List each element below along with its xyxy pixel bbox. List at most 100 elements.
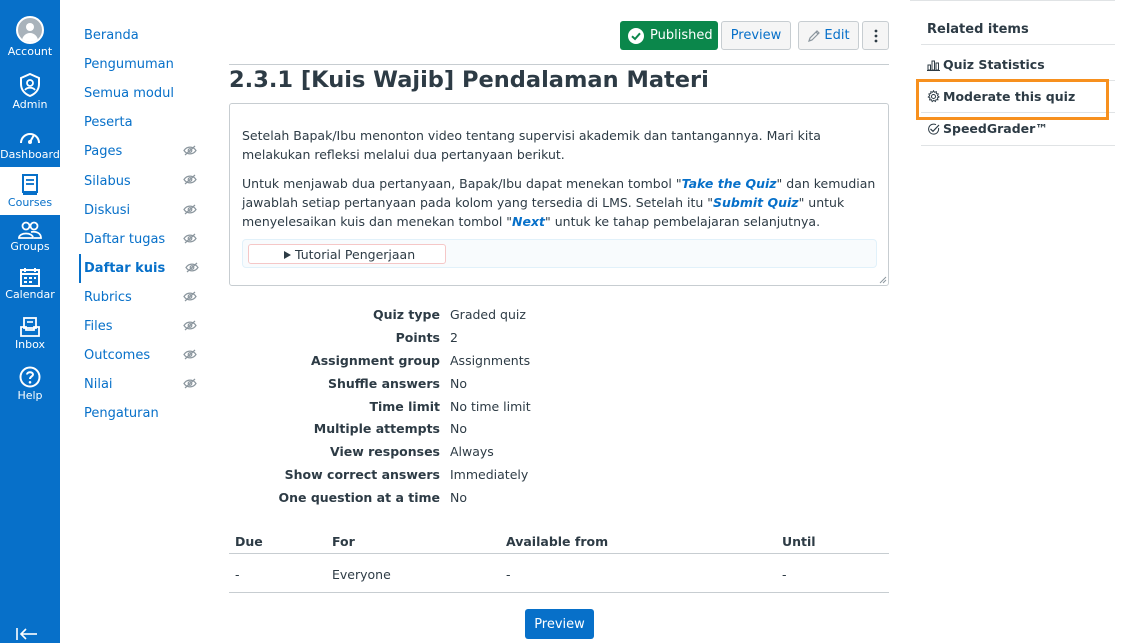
course-nav-label: Rubrics xyxy=(84,289,132,305)
preview-button[interactable]: Preview xyxy=(721,21,791,50)
course-nav-label: Beranda xyxy=(84,28,139,44)
pencil-icon xyxy=(808,29,821,42)
global-nav-calendar[interactable]: Calendar xyxy=(0,267,60,309)
course-nav-peserta[interactable]: Peserta xyxy=(79,108,204,137)
global-nav-account[interactable]: Account xyxy=(0,16,60,62)
course-nav-daftar-tugas[interactable]: Daftar tugas xyxy=(79,225,204,254)
course-nav: Beranda Pengumuman Semua modul Peserta P… xyxy=(79,21,204,428)
due-dates-table: Due For Available from Until - Everyone … xyxy=(229,529,889,593)
quiz-detail-value: Always xyxy=(450,444,494,460)
course-nav-daftar-kuis[interactable]: Daftar kuis xyxy=(79,253,204,283)
next-emphasis: Next xyxy=(512,214,546,229)
course-nav-silabus[interactable]: Silabus xyxy=(79,166,204,195)
highlight-box xyxy=(916,79,1109,120)
global-nav-inbox[interactable]: Inbox xyxy=(0,317,60,359)
eye-hidden-icon xyxy=(183,349,197,360)
course-nav-rubrics[interactable]: Rubrics xyxy=(79,283,204,312)
preview-button-bottom[interactable]: Preview xyxy=(525,609,594,639)
course-nav-beranda[interactable]: Beranda xyxy=(79,21,204,50)
eye-hidden-icon xyxy=(185,262,199,273)
edit-button[interactable]: Edit xyxy=(798,21,859,50)
course-nav-label: Pengumuman xyxy=(84,57,174,73)
eye-hidden-icon xyxy=(183,204,197,215)
table-header-for: For xyxy=(332,534,355,549)
global-nav-admin[interactable]: Admin xyxy=(0,73,60,115)
course-nav-pengumuman[interactable]: Pengumuman xyxy=(79,50,204,79)
quiz-detail-row: Points 2 xyxy=(229,326,629,349)
sidebar-top-divider xyxy=(910,0,1115,1)
course-nav-nilai[interactable]: Nilai xyxy=(79,370,204,399)
header-divider xyxy=(229,64,889,65)
table-header-row: Due For Available from Until xyxy=(229,529,889,554)
table-header-available-from: Available from xyxy=(506,534,609,549)
edit-label: Edit xyxy=(824,28,850,43)
course-nav-diskusi[interactable]: Diskusi xyxy=(79,196,204,225)
quiz-detail-value: Graded quiz xyxy=(450,306,526,322)
tutorial-details: Tutorial Pengerjaan xyxy=(242,239,877,268)
global-nav-label: Groups xyxy=(10,240,50,253)
description-paragraph: Setelah Bapak/Ibu menonton video tentang… xyxy=(242,128,821,162)
published-button[interactable]: Published xyxy=(620,21,718,50)
description-paragraph: Untuk menjawab dua pertanyaan, Bapak/Ibu… xyxy=(242,176,876,229)
speedgrader-check-icon xyxy=(928,123,940,135)
table-row: - Everyone - - xyxy=(229,554,889,593)
global-nav-label: Calendar xyxy=(5,288,55,301)
table-cell-for: Everyone xyxy=(332,567,391,582)
quiz-detail-label: Shuffle answers xyxy=(328,375,440,391)
global-nav: Account Admin Dashboard Courses Groups C… xyxy=(0,0,60,643)
related-divider xyxy=(921,44,1115,45)
course-nav-label: Pages xyxy=(84,144,123,160)
course-nav-label: Daftar tugas xyxy=(84,231,166,247)
dashboard-gauge-icon xyxy=(20,133,40,144)
table-cell-due: - xyxy=(235,567,240,582)
quiz-detail-value: 2 xyxy=(450,329,458,345)
tutorial-details-toggle[interactable]: Tutorial Pengerjaan xyxy=(248,244,446,264)
quiz-detail-value: No xyxy=(450,421,467,437)
global-nav-help[interactable]: Help xyxy=(0,366,60,408)
course-nav-pengaturan[interactable]: Pengaturan xyxy=(79,399,204,428)
global-nav-dashboard[interactable]: Dashboard xyxy=(0,127,60,167)
eye-hidden-icon xyxy=(183,175,197,185)
quiz-detail-value: Immediately xyxy=(450,467,529,483)
eye-hidden-icon xyxy=(183,378,197,389)
quiz-statistics-link[interactable]: Quiz Statistics xyxy=(927,57,1045,72)
course-nav-label: Silabus xyxy=(84,173,131,189)
user-avatar-icon xyxy=(16,16,44,44)
global-nav-label: Admin xyxy=(12,98,48,111)
quiz-detail-value: No xyxy=(450,490,467,506)
shield-icon xyxy=(20,73,40,97)
global-nav-groups[interactable]: Groups xyxy=(0,221,60,263)
check-circle-icon xyxy=(628,27,644,44)
collapse-nav-icon[interactable] xyxy=(16,626,38,643)
quiz-description: Setelah Bapak/Ibu menonton video tentang… xyxy=(229,103,889,286)
global-nav-courses[interactable]: Courses xyxy=(0,167,60,215)
resize-handle-icon[interactable] xyxy=(879,276,887,284)
quiz-detail-label: View responses xyxy=(330,444,440,460)
quiz-detail-label: Points xyxy=(395,329,440,345)
quiz-details: Quiz type Graded quiz Points 2 Assignment … xyxy=(229,303,629,509)
global-nav-label: Dashboard xyxy=(0,148,60,161)
table-cell-until: - xyxy=(782,567,787,582)
course-nav-outcomes[interactable]: Outcomes xyxy=(79,341,204,370)
quiz-detail-value: Assignments xyxy=(450,352,531,368)
course-nav-pages[interactable]: Pages xyxy=(79,137,204,166)
eye-hidden-icon xyxy=(183,291,197,302)
inbox-icon xyxy=(20,317,40,337)
help-icon xyxy=(19,366,41,388)
more-options-button[interactable] xyxy=(862,21,889,50)
kebab-menu-icon xyxy=(874,29,877,42)
quiz-detail-label: Quiz type xyxy=(373,306,440,322)
speedgrader-link[interactable]: SpeedGrader™ xyxy=(927,121,1048,136)
related-divider xyxy=(921,145,1115,146)
bar-chart-icon xyxy=(927,60,940,71)
course-nav-semua-modul[interactable]: Semua modul xyxy=(79,79,204,108)
course-nav-files[interactable]: Files xyxy=(79,312,204,341)
course-nav-label: Pengaturan xyxy=(84,406,159,422)
eye-hidden-icon xyxy=(183,233,197,244)
course-nav-label: Diskusi xyxy=(84,202,131,218)
quiz-detail-row: Multiple attempts No xyxy=(229,417,629,440)
quiz-detail-value: No xyxy=(450,375,467,391)
quiz-detail-label: Show correct answers xyxy=(284,467,440,483)
related-items-title: Related items xyxy=(927,22,1029,37)
quiz-detail-row: Time limit No time limit xyxy=(229,395,629,418)
